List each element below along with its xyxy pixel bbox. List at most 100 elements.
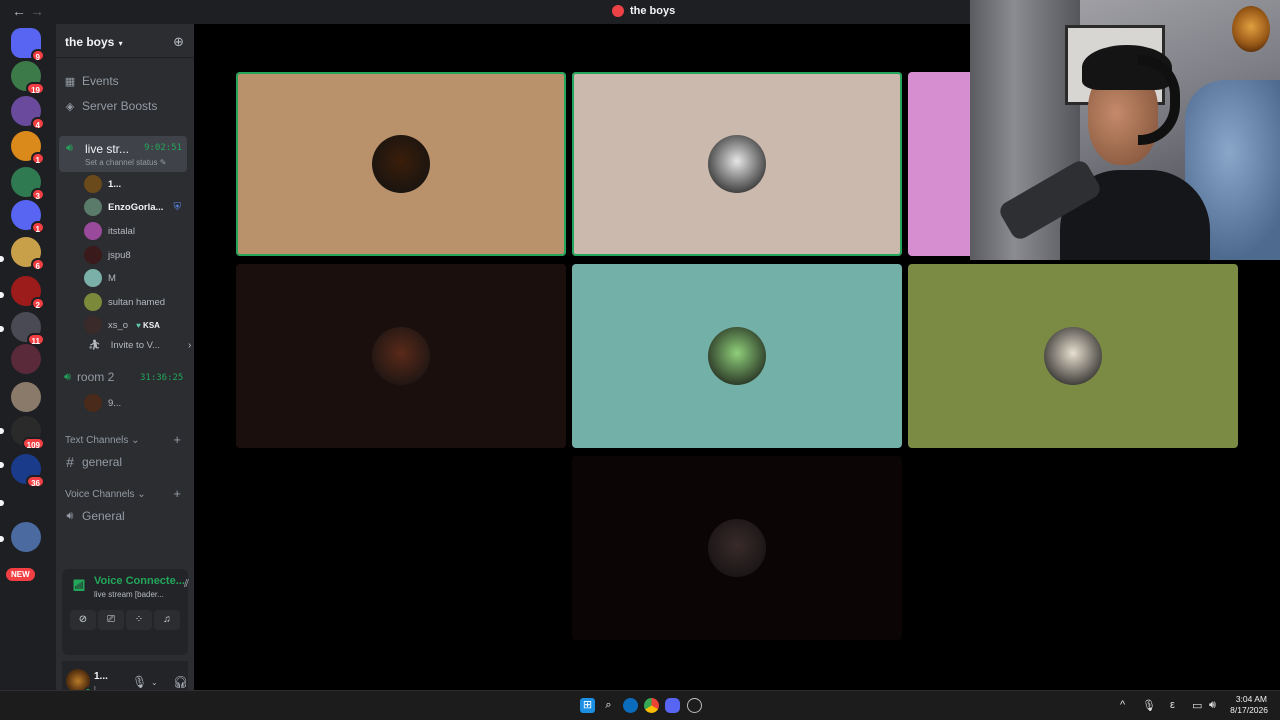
participant-avatar <box>372 327 430 385</box>
voice-member[interactable]: EnzoGorla... ⛨ <box>84 198 181 216</box>
add-voice-channel-icon[interactable]: + <box>173 486 181 501</box>
edge-icon[interactable] <box>623 698 638 713</box>
server-icon[interactable] <box>11 486 41 516</box>
soundboard-button[interactable]: ♫ <box>154 610 180 630</box>
participant-tile[interactable] <box>572 72 902 256</box>
server-icon[interactable]: 1 <box>11 200 45 234</box>
participant-tile[interactable] <box>572 264 902 448</box>
participant-tile[interactable] <box>236 264 566 448</box>
participant-tile[interactable] <box>572 456 902 640</box>
channel-timer: 9:02:51 <box>144 143 182 153</box>
voice-member[interactable]: jspu8 <box>84 246 131 264</box>
unread-badge: 4 <box>30 117 45 130</box>
speaker-icon: 🔊︎ <box>66 509 74 522</box>
server-icon[interactable]: 2 <box>11 276 45 310</box>
clock-date[interactable]: 8/17/2026 <box>1226 705 1268 715</box>
channel-name: live str... <box>85 142 130 156</box>
discord-taskbar-icon[interactable] <box>665 698 680 713</box>
voice-status[interactable]: Voice Connecte... <box>94 575 185 587</box>
server-header[interactable]: the boys ▾ ⊕ <box>56 24 194 58</box>
room2-member[interactable]: 9... <box>84 394 121 412</box>
participant-tile[interactable] <box>236 72 566 256</box>
participant-avatar <box>372 135 430 193</box>
voice-channels-category[interactable]: Voice Channels ⌄ <box>65 489 146 500</box>
server-icon[interactable]: 3 <box>11 167 45 201</box>
avatar <box>84 293 102 311</box>
camera-off-button[interactable]: ⊘ <box>70 610 96 630</box>
tray-microphone-icon[interactable]: 🎙︎ <box>1142 699 1156 712</box>
mic-options-chevron-icon[interactable]: ⌄ <box>151 678 158 687</box>
share-screen-button[interactable]: ⎚ <box>98 610 124 630</box>
server-icon[interactable]: 109 <box>11 416 45 450</box>
voice-channel-sub[interactable]: live stream [bader... <box>94 590 164 599</box>
activities-button[interactable]: ⁘ <box>126 610 152 630</box>
windows-taskbar: ⊞ ⌕ ^ 🎙︎ ε ▭ 🔊︎ 3:04 AM 8/17/2026 <box>0 690 1280 720</box>
invite-to-voice[interactable]: ⛹︎ Invite to V... › <box>88 340 191 351</box>
invite-label: Invite to V... <box>110 340 160 351</box>
voice-member[interactable]: M <box>84 269 116 287</box>
direct-messages-icon[interactable]: 9 <box>11 28 45 62</box>
events-link[interactable]: ▦ Events <box>64 74 119 88</box>
unread-badge: 109 <box>21 437 45 450</box>
forward-arrow-icon[interactable]: → <box>30 3 44 19</box>
server-icon[interactable]: 6 <box>11 237 45 271</box>
speaker-icon: 🔊︎ <box>64 370 71 383</box>
server-icon[interactable]: 19 <box>11 61 45 95</box>
add-text-channel-icon[interactable]: + <box>173 432 181 447</box>
chevron-right-icon: › <box>188 340 192 351</box>
user-name[interactable]: 1... <box>94 671 108 682</box>
server-icon[interactable] <box>11 522 41 552</box>
obs-icon[interactable] <box>687 698 702 713</box>
server-icon[interactable]: 4 <box>11 96 45 130</box>
discord-window: ← → the boys 9 19 4 1 3 1 6 2 11 109 36 NEW the boy… <box>0 0 1280 720</box>
server-icon[interactable]: 36 <box>11 454 45 488</box>
text-channel-general[interactable]: # general <box>64 454 122 470</box>
voice-member[interactable]: 1... <box>84 175 121 193</box>
microphone-icon[interactable]: 🎙︎ <box>132 675 147 689</box>
server-icon[interactable]: 1 <box>11 131 45 165</box>
participant-tile[interactable] <box>908 264 1238 448</box>
text-channels-category[interactable]: Text Channels ⌄ <box>65 435 140 446</box>
new-badge: NEW <box>6 568 35 581</box>
avatar <box>84 175 102 193</box>
hash-icon: # <box>66 454 74 470</box>
channel-status-prompt[interactable]: Set a channel status ✎ <box>85 158 166 167</box>
tray-chevron-up-icon[interactable]: ^ <box>1120 699 1125 711</box>
member-name: 1... <box>108 178 122 190</box>
search-icon[interactable]: ⌕ <box>601 698 616 713</box>
noise-suppression-icon[interactable]: ⫽ <box>184 578 189 591</box>
window-title: the boys <box>612 5 675 17</box>
avatar <box>84 222 102 240</box>
start-icon[interactable]: ⊞ <box>580 698 595 713</box>
voice-member[interactable]: xs_o ♥ KSA <box>84 316 160 334</box>
server-icon[interactable] <box>11 382 41 412</box>
voice-channel-general[interactable]: 🔊︎ General <box>64 509 125 523</box>
member-name: 9... <box>108 397 122 409</box>
server-icon[interactable]: 11 <box>11 312 45 346</box>
unread-indicator <box>0 326 4 332</box>
clock-time[interactable]: 3:04 AM <box>1233 694 1267 704</box>
channel-name: general <box>82 455 123 469</box>
network-icon[interactable]: ▭ <box>1192 699 1202 712</box>
server-boosts-link[interactable]: ◈ Server Boosts <box>64 99 158 113</box>
add-member-icon[interactable]: ⊕ <box>173 34 184 50</box>
participant-tile[interactable] <box>908 72 978 256</box>
window-title-text: the boys <box>630 5 676 17</box>
voice-member[interactable]: itstalal <box>84 222 135 240</box>
server-name[interactable]: the boys ▾ <box>65 35 123 49</box>
streamer-logo <box>1232 6 1270 52</box>
voice-member[interactable]: sultan hamed <box>84 293 165 311</box>
boost-icon: ◈ <box>65 100 75 113</box>
member-name: sultan hamed <box>108 296 166 308</box>
back-arrow-icon[interactable]: ← <box>12 3 26 19</box>
headphones-icon[interactable]: 🎧︎ <box>173 675 188 689</box>
signal-icon[interactable]: 📶︎ <box>72 579 86 592</box>
chrome-icon[interactable] <box>644 698 659 713</box>
volume-icon[interactable]: 🔊︎ <box>1209 699 1216 712</box>
camera-off-icon: ⊘ <box>78 614 88 625</box>
server-icon[interactable] <box>11 344 41 374</box>
boosts-label: Server Boosts <box>82 99 158 113</box>
voice-channel-live-stream[interactable]: 🔊︎ live str... 9:02:51 Set a channel sta… <box>59 136 187 172</box>
language-indicator-icon[interactable]: ε <box>1170 699 1175 711</box>
voice-channel-room-2[interactable]: 🔊︎ room 2 <box>64 370 114 384</box>
